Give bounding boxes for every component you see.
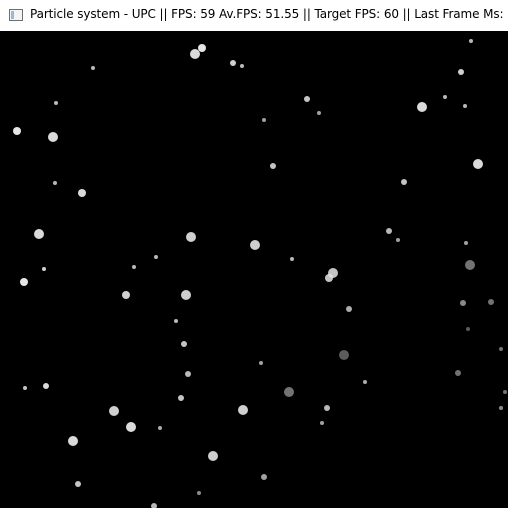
particle (181, 341, 187, 347)
particle (460, 300, 466, 306)
particle (174, 319, 178, 323)
particle (466, 327, 470, 331)
particle (464, 241, 468, 245)
particle (455, 370, 461, 376)
window-title: Particle system - UPC || FPS: 59 Av.FPS:… (30, 7, 508, 21)
particle (324, 405, 330, 411)
title-bar[interactable]: Particle system - UPC || FPS: 59 Av.FPS:… (0, 0, 508, 31)
particle (270, 163, 276, 169)
particle (503, 390, 507, 394)
render-viewport[interactable] (0, 31, 508, 508)
particle (126, 422, 136, 432)
particle (463, 104, 467, 108)
particle (132, 265, 136, 269)
particle (262, 118, 266, 122)
particle (154, 255, 158, 259)
app-window: Particle system - UPC || FPS: 59 Av.FPS:… (0, 0, 508, 508)
particle (48, 132, 58, 142)
particle (198, 44, 206, 52)
particle (238, 405, 248, 415)
particle (109, 406, 119, 416)
particle (20, 278, 28, 286)
particle (499, 406, 503, 410)
window-app-icon[interactable] (9, 9, 23, 21)
particle (443, 95, 447, 99)
particle (325, 274, 333, 282)
particle (317, 111, 321, 115)
particle (78, 189, 86, 197)
particle (346, 306, 352, 312)
particle (304, 96, 310, 102)
particle (75, 481, 81, 487)
particle (259, 361, 263, 365)
particle (190, 49, 200, 59)
particle (197, 491, 201, 495)
particle-canvas (13, 39, 507, 508)
particle (23, 386, 27, 390)
particle (230, 60, 236, 66)
particle (396, 238, 400, 242)
particle (417, 102, 427, 112)
particle (91, 66, 95, 70)
particle (240, 64, 244, 68)
particle (363, 380, 367, 384)
particle (401, 179, 407, 185)
particle (208, 451, 218, 461)
particle (13, 127, 21, 135)
particle (465, 260, 475, 270)
particle (122, 291, 130, 299)
particle (181, 290, 191, 300)
particle (284, 387, 294, 397)
particle (43, 383, 49, 389)
particle (158, 426, 162, 430)
particle (488, 299, 494, 305)
particle (34, 229, 44, 239)
particle (458, 69, 464, 75)
particle (68, 436, 78, 446)
particle (53, 181, 57, 185)
particle (54, 101, 58, 105)
particle (186, 232, 196, 242)
particle (151, 503, 157, 508)
particle (499, 347, 503, 351)
particle (473, 159, 483, 169)
particle (261, 474, 267, 480)
particle (386, 228, 392, 234)
particle (469, 39, 473, 43)
particle (185, 371, 191, 377)
particle (250, 240, 260, 250)
particle (290, 257, 294, 261)
particle (178, 395, 184, 401)
particle (42, 267, 46, 271)
particle (339, 350, 349, 360)
particle (320, 421, 324, 425)
